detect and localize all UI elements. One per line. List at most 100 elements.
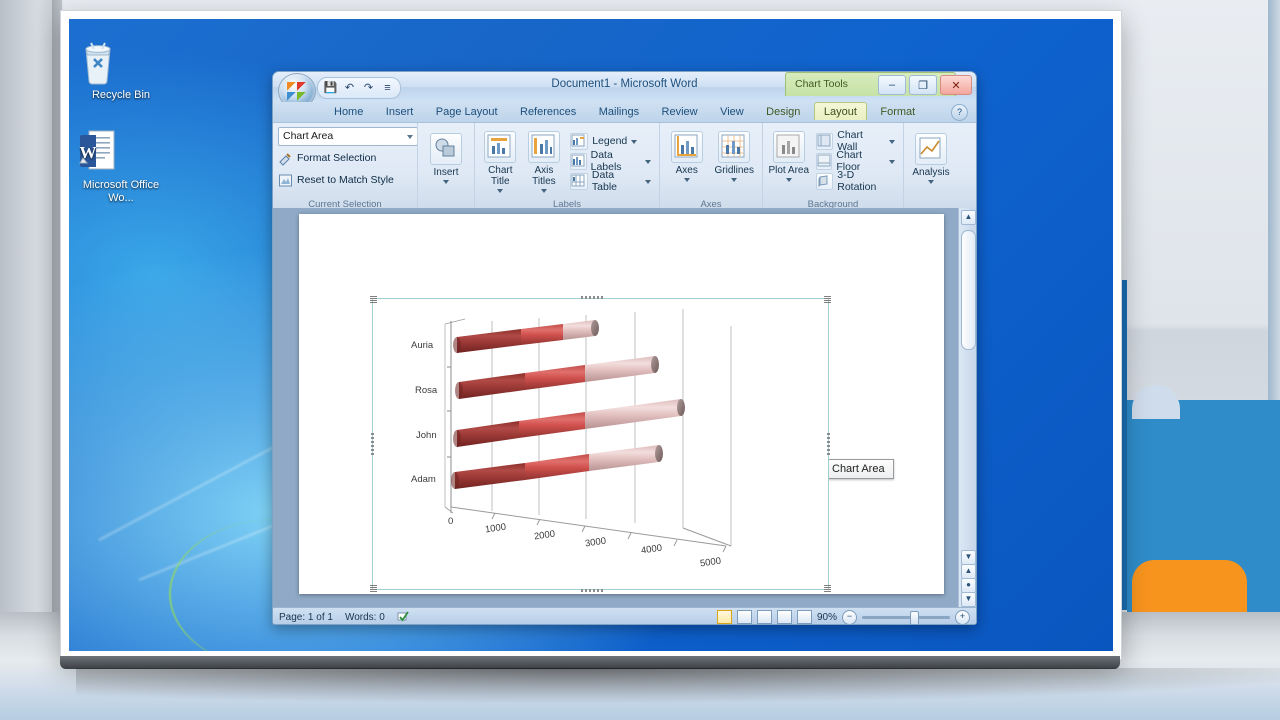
analysis-button[interactable]: Analysis: [909, 133, 953, 184]
data-labels-button[interactable]: Data Labels: [567, 149, 654, 173]
word-count[interactable]: Words: 0: [345, 612, 385, 623]
format-selection-icon: [278, 151, 293, 166]
page-indicator[interactable]: Page: 1 of 1: [279, 612, 333, 623]
tab-home[interactable]: Home: [325, 103, 372, 120]
selection-handle-bl[interactable]: [370, 585, 377, 592]
chevron-down-icon: [631, 140, 638, 144]
data-table-label: Data Table: [591, 169, 618, 193]
window-controls: – ❐ ✕: [878, 75, 972, 95]
category-axis: [447, 321, 452, 507]
web-layout-view-button[interactable]: [756, 610, 772, 624]
chart-title-button[interactable]: Chart Title: [480, 131, 521, 193]
tab-review[interactable]: Review: [653, 103, 707, 120]
chart-title-label: Chart Title: [488, 165, 513, 187]
tab-page-layout[interactable]: Page Layout: [427, 103, 507, 120]
category-label-auria: Auria: [411, 340, 434, 351]
format-selection-button[interactable]: Format Selection: [278, 148, 376, 168]
ribbon-group-insert: Insert: [417, 123, 474, 212]
zoom-out-button[interactable]: −: [842, 609, 857, 624]
tab-design[interactable]: Design: [757, 103, 809, 120]
zoom-level[interactable]: 90%: [817, 612, 837, 623]
print-layout-view-button[interactable]: [716, 610, 732, 624]
tab-view[interactable]: View: [711, 103, 753, 120]
minimize-button[interactable]: –: [878, 75, 906, 95]
vertical-scrollbar[interactable]: ▲ ▼ ▲ ● ▼: [958, 208, 976, 607]
chevron-down-icon: [645, 160, 652, 164]
axes-button[interactable]: Axes: [665, 131, 709, 182]
zoom-controls: 90% − +: [716, 608, 970, 624]
reset-style-icon: [278, 173, 293, 188]
category-label-adam: Adam: [411, 474, 436, 485]
draft-view-button[interactable]: [796, 610, 812, 624]
bar-rosa[interactable]: [455, 356, 659, 399]
full-screen-reading-view-button[interactable]: [736, 610, 752, 624]
monitor-screen: Recycle Bin W Microsoft Office Wo... 💾 ↶…: [69, 19, 1113, 651]
selection-handle-tr[interactable]: [824, 296, 831, 303]
reset-to-match-style-label: Reset to Match Style: [297, 174, 394, 186]
help-icon[interactable]: ?: [951, 104, 968, 121]
maximize-button[interactable]: ❐: [909, 75, 937, 95]
reset-to-match-style-button[interactable]: Reset to Match Style: [278, 170, 394, 190]
tab-format[interactable]: Format: [871, 103, 924, 120]
chevron-down-icon: [443, 180, 449, 184]
document-page[interactable]: Chart Area Auria Rosa John Adam 0 1000 2…: [299, 214, 944, 594]
desktop-icon-label: Recycle Bin: [91, 89, 151, 101]
tab-references[interactable]: References: [511, 103, 585, 120]
axis-titles-button[interactable]: Axis Titles: [524, 131, 565, 193]
chart-floor-icon: [815, 152, 833, 170]
chevron-down-icon: [731, 178, 738, 182]
select-browse-object-button[interactable]: ●: [961, 578, 976, 593]
selection-handle-bottom[interactable]: [581, 589, 603, 592]
bar-adam[interactable]: [451, 445, 663, 489]
legend-icon: [570, 132, 589, 150]
ribbon-group-analysis: Analysis: [903, 123, 958, 212]
insert-button[interactable]: Insert: [424, 133, 468, 184]
chart-element-select[interactable]: Chart Area: [278, 127, 418, 146]
chart-wall-icon: [815, 132, 834, 150]
labels-small-buttons: Legend Data Labels Data Table: [567, 131, 654, 193]
zoom-slider[interactable]: [862, 610, 950, 624]
chevron-down-icon: [645, 180, 652, 184]
plot-area-button[interactable]: Plot Area: [768, 131, 810, 182]
chart-floor-button[interactable]: Chart Floor: [813, 149, 898, 173]
chart-object[interactable]: Auria Rosa John Adam 0 1000 2000 3000 40…: [370, 296, 831, 592]
analysis-icon: [915, 133, 947, 165]
selection-handle-br[interactable]: [824, 585, 831, 592]
plot-area-icon: [772, 131, 805, 163]
legend-button[interactable]: Legend: [567, 132, 654, 150]
previous-page-button[interactable]: ▲: [961, 564, 976, 579]
desktop-icon-microsoft-office-word[interactable]: W Microsoft Office Wo...: [75, 127, 167, 205]
selection-handle-left[interactable]: [371, 433, 374, 455]
zoom-slider-thumb[interactable]: [910, 610, 919, 624]
chevron-down-icon: [540, 189, 547, 193]
tab-mailings[interactable]: Mailings: [590, 103, 648, 120]
bar-john[interactable]: [453, 399, 685, 447]
plot-area-label: Plot Area: [768, 165, 810, 176]
selection-handle-tl[interactable]: [370, 296, 377, 303]
category-label-john: John: [416, 430, 437, 441]
ribbon: Chart Area Format Selection Reset to Mat…: [273, 122, 976, 212]
screen: Recycle Bin W Microsoft Office Wo... 💾 ↶…: [0, 0, 1280, 720]
value-tick-0: 0: [448, 516, 454, 527]
gridlines-button[interactable]: Gridlines: [712, 131, 757, 182]
chart-wall-button[interactable]: Chart Wall: [813, 129, 898, 153]
next-page-button[interactable]: ▼: [961, 592, 976, 607]
3d-rotation-button[interactable]: 3-D Rotation: [813, 169, 898, 193]
format-selection-label: Format Selection: [297, 152, 377, 164]
tab-layout[interactable]: Layout: [813, 102, 867, 120]
zoom-in-button[interactable]: +: [955, 609, 970, 624]
desktop-icon-recycle-bin[interactable]: Recycle Bin: [75, 37, 167, 102]
close-button[interactable]: ✕: [940, 75, 972, 95]
outline-view-button[interactable]: [776, 610, 792, 624]
selection-handle-top[interactable]: [581, 296, 603, 299]
chevron-down-icon: [407, 135, 413, 139]
selection-handle-right[interactable]: [827, 433, 830, 455]
scroll-down-arrow[interactable]: ▼: [961, 550, 976, 565]
tab-insert[interactable]: Insert: [377, 103, 423, 120]
bar-auria[interactable]: [453, 320, 599, 353]
spell-check-icon[interactable]: [397, 611, 410, 623]
chart-area-tooltip: Chart Area: [823, 459, 894, 479]
scroll-split-button[interactable]: ▲: [961, 210, 976, 225]
data-table-button[interactable]: Data Table: [567, 169, 654, 193]
scrollbar-thumb[interactable]: [961, 230, 976, 350]
